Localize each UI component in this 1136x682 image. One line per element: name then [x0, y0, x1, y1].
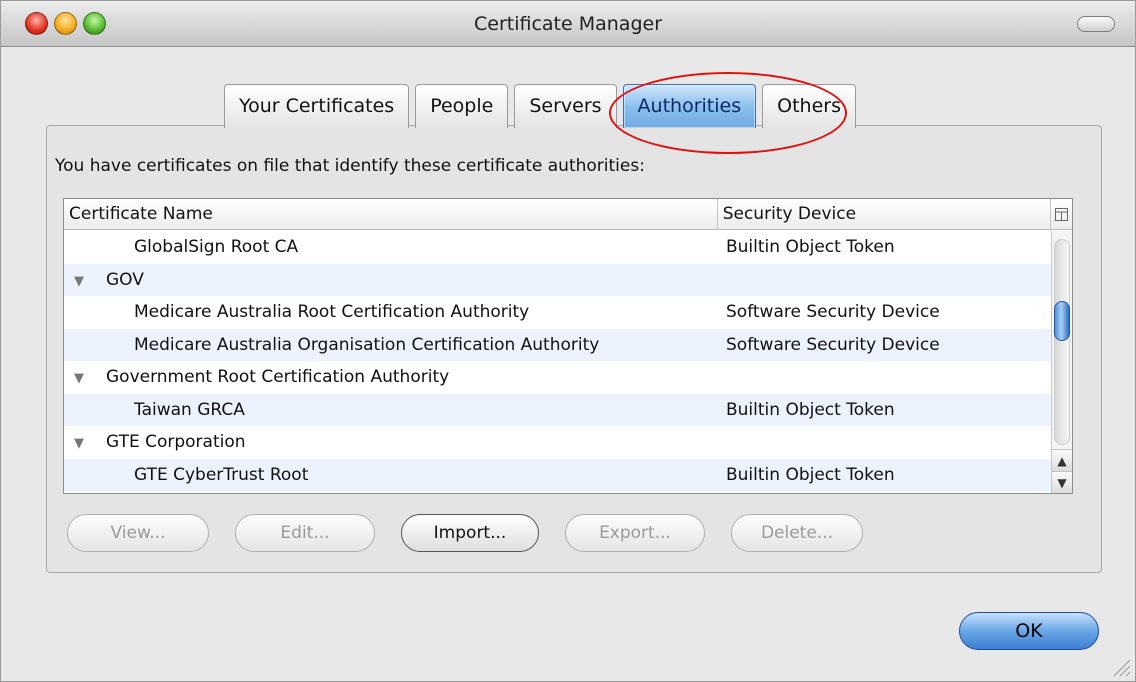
- tab-bar: Your Certificates People Servers Authori…: [224, 84, 862, 128]
- tab-people[interactable]: People: [415, 84, 509, 128]
- triangle-down-icon[interactable]: ▼: [74, 266, 106, 297]
- triangle-down-icon[interactable]: ▼: [74, 363, 106, 394]
- export-button[interactable]: Export...: [565, 514, 705, 552]
- ok-button[interactable]: OK: [959, 612, 1099, 650]
- table-header: Certificate Name Security Device: [64, 199, 1072, 230]
- group-name: GOV: [106, 269, 144, 290]
- scroll-down-arrow-icon[interactable]: ▼: [1052, 471, 1072, 493]
- triangle-down-icon[interactable]: ▼: [74, 428, 106, 459]
- toolbar-toggle-button[interactable]: [1077, 16, 1115, 32]
- certificate-name: GTE CyberTrust Root: [134, 464, 309, 485]
- delete-button[interactable]: Delete...: [731, 514, 863, 552]
- window-title: Certificate Manager: [473, 13, 662, 35]
- scroll-thumb[interactable]: [1054, 301, 1070, 341]
- import-button[interactable]: Import...: [401, 514, 539, 552]
- security-device: [719, 264, 1053, 297]
- table-row[interactable]: GlobalSign Root CA Builtin Object Token: [64, 231, 1053, 264]
- column-header-certificate-name[interactable]: Certificate Name: [64, 199, 718, 229]
- certificate-name: GlobalSign Root CA: [134, 237, 299, 257]
- certificate-name: Medicare Australia Root Certification Au…: [134, 302, 530, 322]
- column-picker-glyph: [1055, 207, 1069, 221]
- security-device: [719, 361, 1053, 394]
- group-cell: ▼ GOV: [64, 264, 719, 297]
- tab-your-certificates[interactable]: Your Certificates: [224, 84, 410, 128]
- group-cell: ▼ Government Root Certification Authority: [64, 361, 719, 394]
- action-buttons: View... Edit... Import... Export... Dele…: [67, 514, 889, 552]
- column-header-security-device[interactable]: Security Device: [718, 199, 1052, 229]
- tab-others[interactable]: Others: [762, 84, 856, 128]
- vertical-scrollbar[interactable]: ▲ ▼: [1051, 231, 1072, 493]
- security-device: [719, 426, 1053, 459]
- table-row[interactable]: Medicare Australia Root Certification Au…: [64, 296, 1053, 329]
- scroll-track[interactable]: [1054, 239, 1070, 445]
- table-row[interactable]: ▼ Government Root Certification Authority: [64, 361, 1053, 394]
- certificate-manager-window: Certificate Manager Your Certificates Pe…: [0, 0, 1136, 682]
- resize-grip-icon[interactable]: [1109, 655, 1131, 677]
- tab-authorities[interactable]: Authorities: [622, 84, 757, 128]
- table-row[interactable]: GTE CyberTrust Root Builtin Object Token: [64, 458, 1053, 491]
- certificate-table: Certificate Name Security Device GlobalS…: [63, 198, 1073, 494]
- table-row[interactable]: Taiwan GRCA Builtin Object Token: [64, 393, 1053, 426]
- column-picker-icon[interactable]: [1051, 199, 1072, 229]
- authorities-panel: You have certificates on file that ident…: [46, 125, 1102, 573]
- group-cell: ▼ GTE Corporation: [64, 426, 719, 459]
- scroll-up-arrow-icon[interactable]: ▲: [1052, 449, 1072, 471]
- tab-servers[interactable]: Servers: [514, 84, 617, 128]
- group-name: Government Root Certification Authority: [106, 367, 450, 387]
- table-row[interactable]: ▼ GOV: [64, 263, 1053, 297]
- table-row[interactable]: Medicare Australia Organisation Certific…: [64, 328, 1053, 361]
- security-device: Software Security Device: [726, 334, 940, 355]
- table-row[interactable]: ▼ GTE Corporation: [64, 426, 1053, 459]
- security-device: Software Security Device: [726, 302, 940, 322]
- security-device: Builtin Object Token: [726, 237, 895, 257]
- table-body: GlobalSign Root CA Builtin Object Token …: [64, 231, 1053, 491]
- view-button[interactable]: View...: [67, 514, 209, 552]
- title-bar: Certificate Manager: [1, 1, 1135, 47]
- security-device: Builtin Object Token: [726, 399, 895, 420]
- intro-text: You have certificates on file that ident…: [55, 156, 645, 176]
- edit-button[interactable]: Edit...: [235, 514, 375, 552]
- group-name: GTE Corporation: [106, 432, 246, 452]
- certificate-name: Taiwan GRCA: [134, 399, 245, 420]
- certificate-name: Medicare Australia Organisation Certific…: [134, 334, 600, 355]
- security-device: Builtin Object Token: [726, 464, 895, 485]
